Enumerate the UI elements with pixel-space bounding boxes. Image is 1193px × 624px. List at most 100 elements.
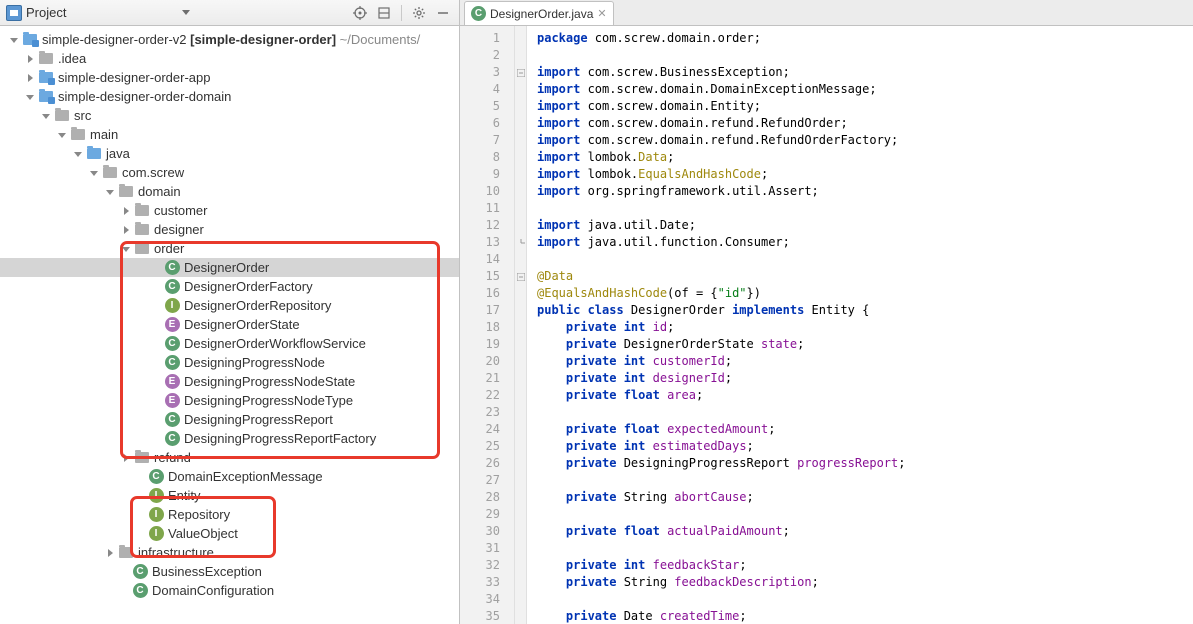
file-label: DesigningProgressNodeType <box>184 393 353 408</box>
folder-icon <box>54 108 70 124</box>
code-area[interactable]: package com.screw.domain.order; import c… <box>527 26 1193 624</box>
tree-node-src[interactable]: src <box>0 106 459 125</box>
tree-node-domain[interactable]: simple-designer-order-domain <box>0 87 459 106</box>
tree-file[interactable]: CDesigningProgressNode <box>0 353 459 372</box>
folder-icon <box>118 545 134 561</box>
file-label: DesignerOrderWorkflowService <box>184 336 366 351</box>
class-icon: C <box>132 564 148 580</box>
tree-file[interactable]: CBusinessException <box>0 562 459 581</box>
tree-node-main[interactable]: main <box>0 125 459 144</box>
chevron-right-icon[interactable] <box>24 72 36 84</box>
file-label: DesignerOrderState <box>184 317 300 332</box>
module-icon <box>22 32 38 48</box>
tree-node-order[interactable]: order <box>0 239 459 258</box>
file-label: DomainConfiguration <box>152 583 274 598</box>
editor-tabs: C DesignerOrder.java ✕ <box>460 0 1193 26</box>
folder-icon <box>134 203 150 219</box>
tree-file[interactable]: CDomainExceptionMessage <box>0 467 459 486</box>
chevron-down-icon[interactable] <box>120 243 132 255</box>
chevron-right-icon[interactable] <box>120 224 132 236</box>
file-label: DesigningProgressReportFactory <box>184 431 376 446</box>
tree-file[interactable]: EDesigningProgressNodeState <box>0 372 459 391</box>
folder-icon <box>86 146 102 162</box>
folder-icon <box>70 127 86 143</box>
class-icon: I <box>148 488 164 504</box>
class-icon: C <box>164 412 180 428</box>
tree-file[interactable]: C DesignerOrderFactory <box>0 277 459 296</box>
tree-node-refund[interactable]: refund <box>0 448 459 467</box>
fold-column[interactable] <box>515 26 527 624</box>
folder-icon <box>38 51 54 67</box>
tree-file[interactable]: C DesigningProgressReportFactory <box>0 429 459 448</box>
file-label: DesignerOrderRepository <box>184 298 331 313</box>
tree-file[interactable]: IValueObject <box>0 524 459 543</box>
tree-node-domain-pkg[interactable]: domain <box>0 182 459 201</box>
tree-node-customer[interactable]: customer <box>0 201 459 220</box>
editor-tab[interactable]: C DesignerOrder.java ✕ <box>464 1 614 25</box>
tree-node-designer[interactable]: designer <box>0 220 459 239</box>
file-label: Entity <box>168 488 201 503</box>
class-icon: I <box>148 526 164 542</box>
tree-root[interactable]: simple-designer-order-v2 [simple-designe… <box>0 30 459 49</box>
tree-file[interactable]: I Repository <box>0 505 459 524</box>
file-label: DesigningProgressNodeState <box>184 374 355 389</box>
root-label: simple-designer-order-v2 [simple-designe… <box>42 32 420 47</box>
class-icon: C <box>164 355 180 371</box>
class-icon: E <box>164 393 180 409</box>
editor-body: 1234567891011121314151617181920212223242… <box>460 26 1193 624</box>
folder-icon <box>134 450 150 466</box>
tree-node-comscrew[interactable]: com.screw <box>0 163 459 182</box>
tree-file[interactable]: I DesignerOrderRepository <box>0 296 459 315</box>
tree-file[interactable]: EDesignerOrderState <box>0 315 459 334</box>
chevron-down-icon[interactable] <box>8 34 20 46</box>
chevron-down-icon[interactable] <box>104 186 116 198</box>
sidebar-title: Project <box>26 5 176 20</box>
project-tree[interactable]: simple-designer-order-v2 [simple-designe… <box>0 26 459 624</box>
class-icon: C <box>164 260 180 276</box>
module-icon <box>38 89 54 105</box>
target-icon[interactable] <box>350 3 370 23</box>
chevron-down-icon[interactable] <box>72 148 84 160</box>
divider <box>401 5 402 21</box>
chevron-right-icon[interactable] <box>120 205 132 217</box>
class-icon: C <box>164 279 180 295</box>
tree-file[interactable]: CDomainConfiguration <box>0 581 459 600</box>
class-icon: C <box>164 431 180 447</box>
file-label: Repository <box>168 507 230 522</box>
tree-node-idea[interactable]: .idea <box>0 49 459 68</box>
file-label: DesignerOrderFactory <box>184 279 313 294</box>
chevron-right-icon[interactable] <box>120 452 132 464</box>
folder-icon <box>134 222 150 238</box>
close-icon[interactable]: ✕ <box>597 7 606 20</box>
chevron-down-icon[interactable] <box>24 91 36 103</box>
tree-node-java[interactable]: java <box>0 144 459 163</box>
tree-node-infrastructure[interactable]: infrastructure <box>0 543 459 562</box>
hide-icon[interactable] <box>433 3 453 23</box>
editor-pane: C DesignerOrder.java ✕ 12345678910111213… <box>460 0 1193 624</box>
tree-file[interactable]: CDesignerOrderWorkflowService <box>0 334 459 353</box>
class-icon: I <box>164 298 180 314</box>
tree-file[interactable]: E DesigningProgressNodeType <box>0 391 459 410</box>
tree-file[interactable]: C DesigningProgressReport <box>0 410 459 429</box>
chevron-down-icon[interactable] <box>56 129 68 141</box>
sidebar-header: Project <box>0 0 459 26</box>
folder-icon <box>102 165 118 181</box>
tab-label: DesignerOrder.java <box>490 7 593 21</box>
gear-icon[interactable] <box>409 3 429 23</box>
collapse-icon[interactable] <box>374 3 394 23</box>
chevron-down-icon[interactable] <box>88 167 100 179</box>
tree-file[interactable]: I Entity <box>0 486 459 505</box>
file-label: DesignerOrder <box>184 260 269 275</box>
tree-node-app[interactable]: simple-designer-order-app <box>0 68 459 87</box>
project-sidebar: Project simple-designer-order-v2 [simple… <box>0 0 460 624</box>
chevron-right-icon[interactable] <box>104 547 116 559</box>
class-icon: I <box>148 507 164 523</box>
project-dropdown-icon[interactable] <box>180 10 192 15</box>
module-icon <box>38 70 54 86</box>
file-label: DesigningProgressReport <box>184 412 333 427</box>
folder-icon <box>118 184 134 200</box>
chevron-down-icon[interactable] <box>40 110 52 122</box>
chevron-right-icon[interactable] <box>24 53 36 65</box>
tree-file[interactable]: C DesignerOrder <box>0 258 459 277</box>
file-label: DomainExceptionMessage <box>168 469 323 484</box>
